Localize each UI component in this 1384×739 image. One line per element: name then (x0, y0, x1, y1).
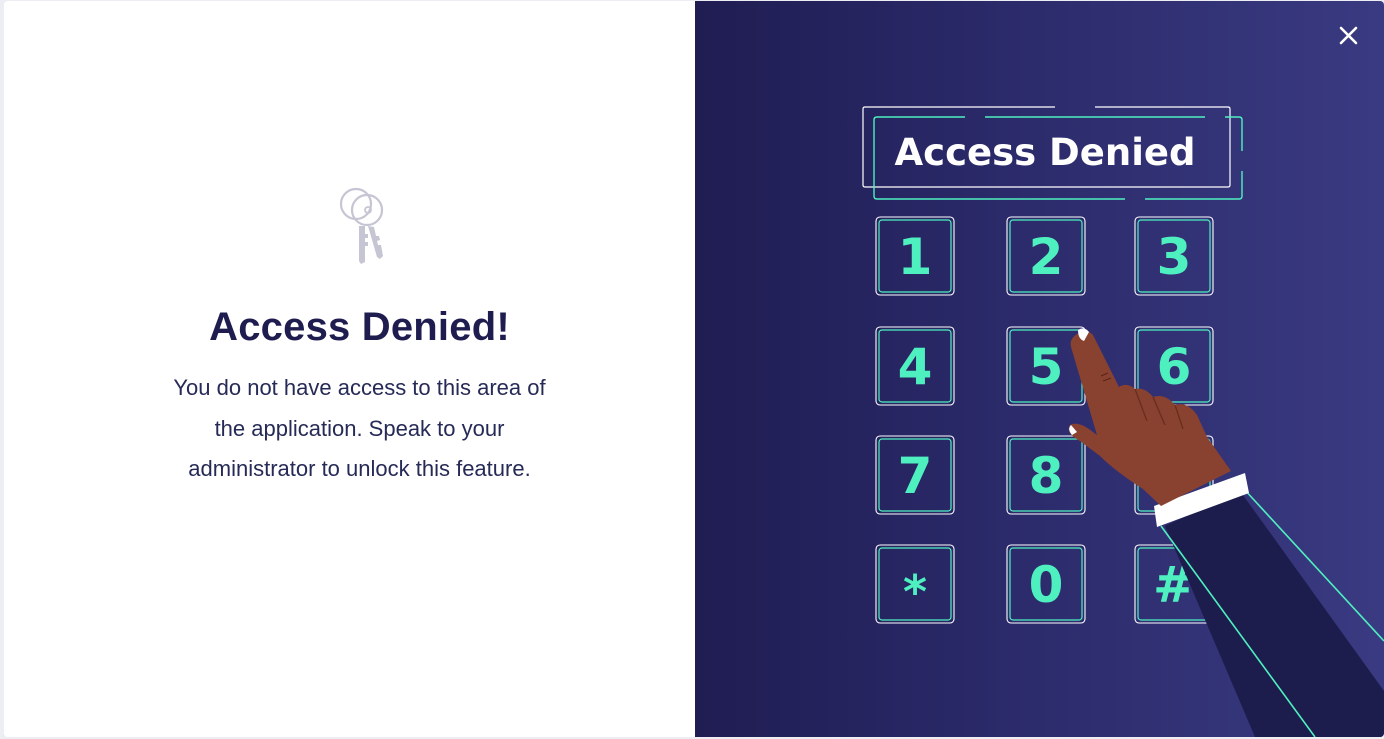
keypad-key: 7 (875, 435, 955, 515)
keypad-key: 4 (875, 326, 955, 406)
keypad-key-label: 4 (898, 338, 933, 396)
keypad-key: * (875, 544, 955, 624)
keypad-key: 2 (1006, 216, 1086, 296)
illustration-panel: Access Denied 123456789*0# (695, 1, 1384, 737)
access-denied-dialog: Access Denied! You do not have access to… (4, 1, 1384, 737)
keypad-key-label: 8 (1029, 447, 1064, 505)
keypad-key-label: 3 (1157, 228, 1192, 286)
access-screen: Access Denied (862, 106, 1243, 200)
screen-text: Access Denied (895, 131, 1196, 174)
keypad-key-label: 5 (1029, 338, 1064, 396)
keypad-key-label: 1 (898, 228, 933, 286)
keypad-key: 0 (1006, 544, 1086, 624)
keypad-key: 3 (1134, 216, 1214, 296)
keypad-key-label: 2 (1029, 228, 1064, 286)
keypad-illustration: Access Denied 123456789*0# (862, 19, 1384, 737)
keys-icon (339, 187, 384, 264)
keypad-key-label: * (903, 565, 927, 619)
dialog-title: Access Denied! (209, 305, 510, 349)
dialog-message: You do not have access to this area of t… (173, 375, 546, 481)
keypad-key-label: 7 (898, 447, 933, 505)
pointing-hand (1068, 328, 1384, 737)
keypad-key-label: 0 (1029, 556, 1064, 614)
close-button[interactable] (1331, 19, 1365, 53)
keypad-key-label: 6 (1157, 338, 1192, 396)
keypad-key: 8 (1006, 435, 1086, 515)
message-panel: Access Denied! You do not have access to… (4, 1, 695, 737)
keypad-key: 1 (875, 216, 955, 296)
